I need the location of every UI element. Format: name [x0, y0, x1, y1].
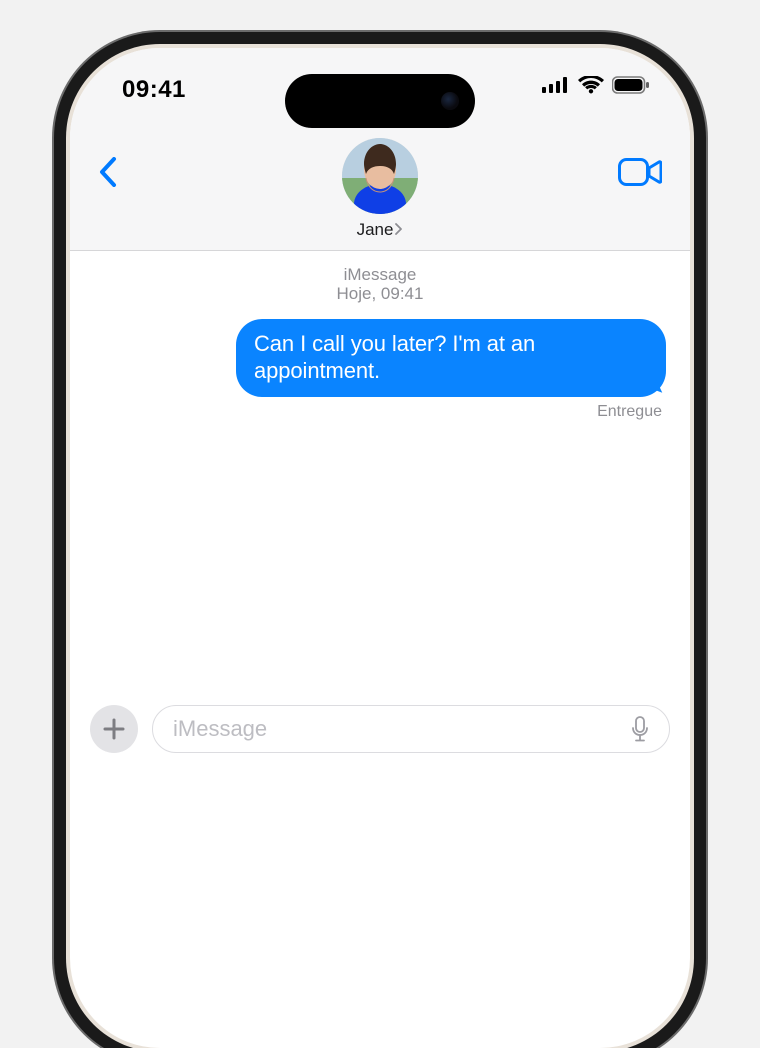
compose-input[interactable]: iMessage — [152, 705, 670, 753]
compose-placeholder: iMessage — [173, 716, 267, 742]
chevron-right-icon — [395, 223, 403, 238]
cellular-icon — [542, 77, 570, 93]
dynamic-island — [285, 74, 475, 128]
battery-icon — [612, 76, 650, 94]
conversation-area[interactable]: iMessage Hoje, 09:41 Can I call you late… — [70, 251, 690, 771]
contact-avatar[interactable] — [342, 138, 418, 214]
status-time: 09:41 — [122, 76, 186, 104]
conversation-header: Jane — [70, 138, 690, 251]
plus-icon — [102, 717, 126, 741]
message-composer: iMessage — [70, 695, 690, 771]
message-bubble-sent[interactable]: Can I call you later? I'm at an appointm… — [236, 319, 666, 398]
wifi-icon — [578, 76, 604, 94]
message-row-sent: Can I call you later? I'm at an appointm… — [70, 305, 690, 402]
plus-button[interactable] — [90, 705, 138, 753]
message-timestamp: Hoje, 09:41 — [70, 284, 690, 304]
contact-name-row[interactable]: Jane — [357, 220, 404, 240]
contact-name: Jane — [357, 220, 394, 240]
phone-frame: 09:41 — [70, 48, 690, 1048]
status-icons-group — [542, 76, 650, 94]
delivery-status: Entregue — [70, 401, 690, 421]
dictation-button[interactable] — [625, 714, 655, 744]
facetime-video-button[interactable] — [616, 152, 664, 192]
conversation-meta: iMessage Hoje, 09:41 — [70, 265, 690, 305]
message-type-label: iMessage — [70, 265, 690, 285]
mic-icon — [631, 716, 649, 742]
avatar-image — [342, 138, 418, 214]
back-button[interactable] — [88, 152, 128, 192]
